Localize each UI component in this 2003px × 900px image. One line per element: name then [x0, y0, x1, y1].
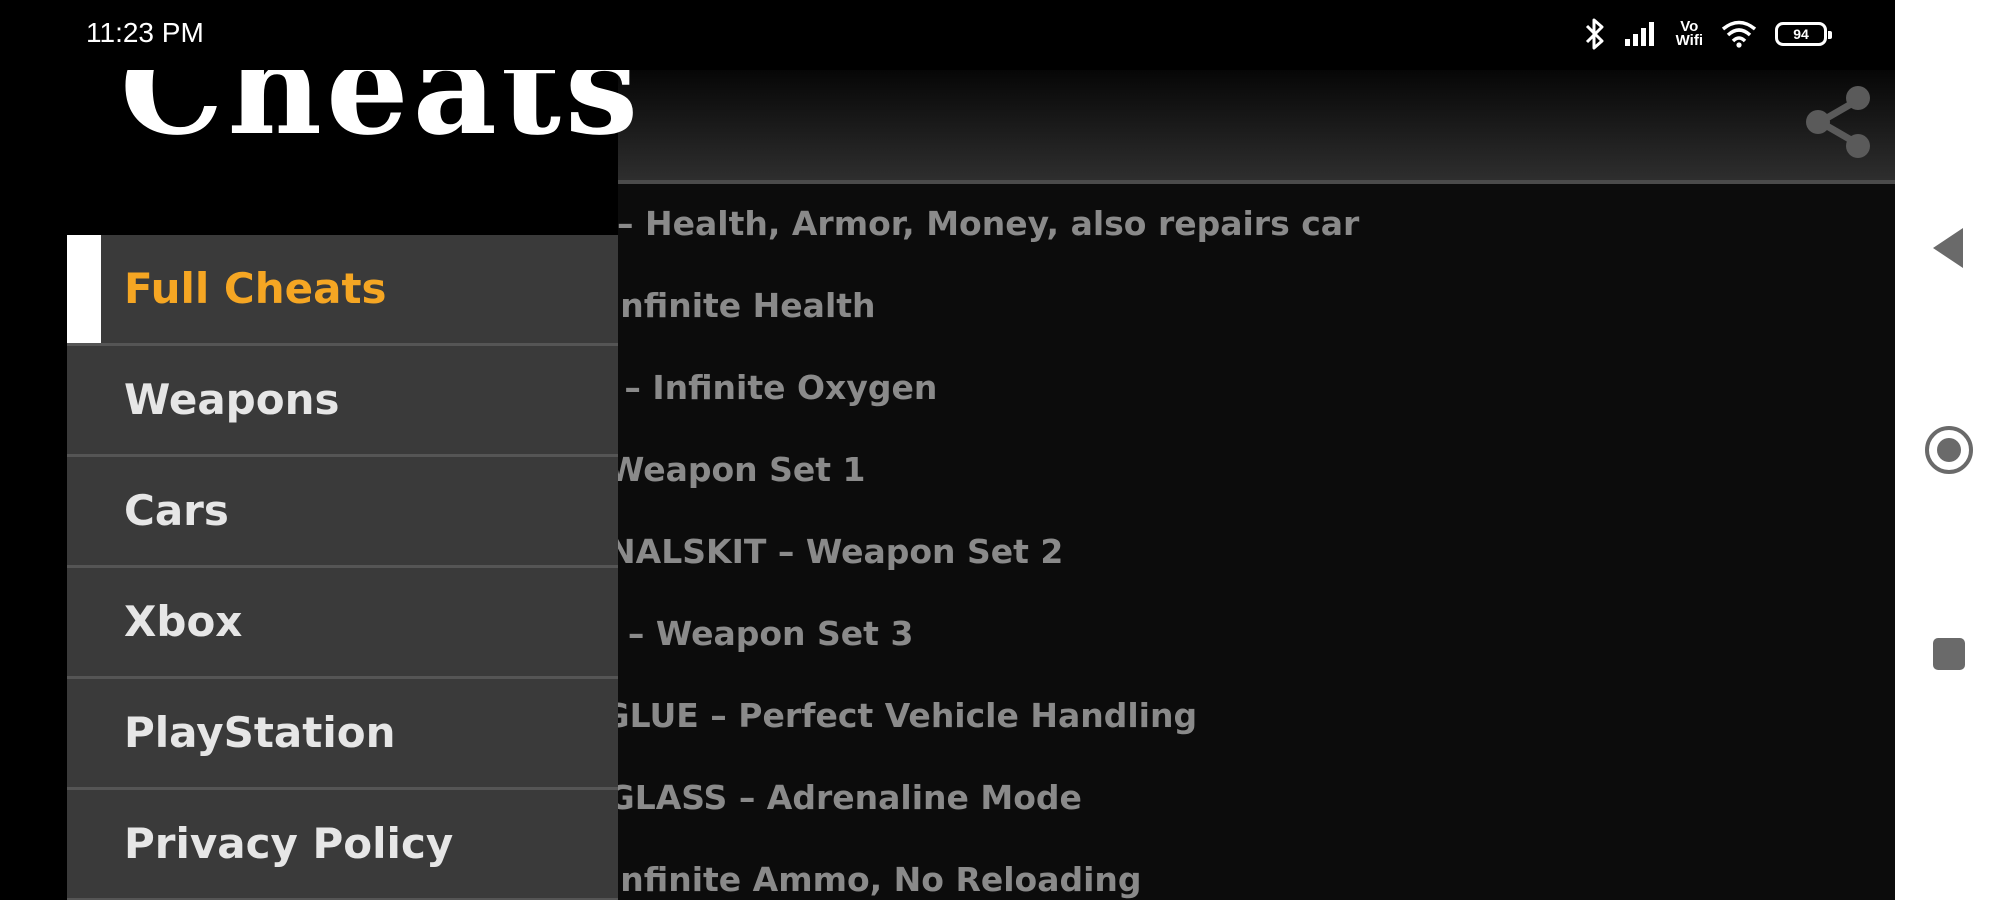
- navigation-drawer: Cheats Full Cheats Weapons Cars Xbox Pla…: [0, 0, 638, 900]
- cheat-item: EGLUE – Perfect Vehicle Handling: [580, 696, 1198, 735]
- volte-text: Vo Wifi: [1675, 18, 1703, 49]
- cheat-list: A – Health, Armor, Money, also repairs c…: [580, 183, 1880, 900]
- cheat-item: NGLASS – Adrenaline Mode: [580, 778, 1082, 817]
- drawer-item-label: Xbox: [124, 597, 243, 646]
- drawer-item-weapons[interactable]: Weapons: [67, 346, 618, 457]
- wifi-icon: [1721, 20, 1757, 48]
- signal-icon: [1624, 21, 1658, 47]
- share-button[interactable]: [1800, 82, 1880, 162]
- drawer-item-playstation[interactable]: PlayStation: [67, 679, 618, 790]
- back-icon: [1933, 228, 1963, 268]
- drawer-item-label: PlayStation: [124, 708, 396, 757]
- recents-icon: [1933, 638, 1965, 670]
- cheat-item: W – Weapon Set 3: [580, 614, 914, 653]
- cheat-item: A – Health, Armor, Money, also repairs c…: [580, 204, 1360, 243]
- home-button[interactable]: [1919, 420, 1979, 480]
- drawer-item-xbox[interactable]: Xbox: [67, 568, 618, 679]
- cheat-item: – Infinite Ammo, No Reloading: [580, 860, 1142, 899]
- cheat-item: – Infinite Health: [580, 286, 876, 325]
- status-icons: Vo Wifi 94: [1584, 14, 1832, 54]
- cheat-item: ONALSKIT – Weapon Set 2: [580, 532, 1064, 571]
- drawer-menu: Full Cheats Weapons Cars Xbox PlayStatio…: [67, 235, 618, 900]
- app-screen: A – Health, Armor, Money, also repairs c…: [0, 0, 1895, 900]
- back-button[interactable]: [1919, 218, 1979, 278]
- bluetooth-icon: [1584, 17, 1606, 51]
- drawer-item-label: Full Cheats: [124, 264, 387, 313]
- drawer-item-label: Privacy Policy: [124, 819, 454, 868]
- system-nav-bar: [1895, 0, 2003, 900]
- drawer-item-privacy-policy[interactable]: Privacy Policy: [67, 790, 618, 900]
- drawer-item-label: Weapons: [124, 375, 340, 424]
- status-clock: 11:23 PM: [86, 17, 204, 48]
- battery-icon: 94: [1775, 22, 1832, 46]
- drawer-item-cars[interactable]: Cars: [67, 457, 618, 568]
- share-icon: [1806, 86, 1870, 158]
- volte-icon: Vo Wifi: [1675, 18, 1703, 49]
- recents-button[interactable]: [1919, 624, 1979, 684]
- cheat-item: – Weapon Set 1: [580, 450, 866, 489]
- cheat-item: M – Infinite Oxygen: [580, 368, 938, 407]
- status-bar: 11:23 PM Vo Wifi 94: [0, 0, 1895, 70]
- home-icon: [1925, 426, 1973, 474]
- drawer-item-full-cheats[interactable]: Full Cheats: [67, 235, 618, 346]
- drawer-item-label: Cars: [124, 486, 229, 535]
